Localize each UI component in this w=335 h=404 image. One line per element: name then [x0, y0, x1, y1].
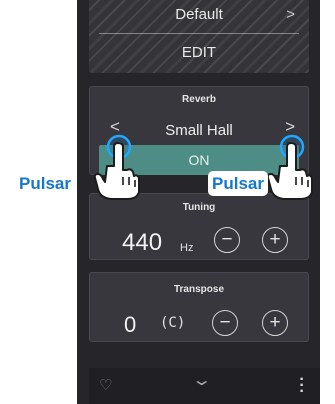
transpose-title: Transpose	[173, 284, 225, 295]
tap-instruction-left: Pulsar	[17, 173, 73, 194]
transpose-panel: Transpose 0 (C) − +	[89, 272, 309, 342]
tuning-unit: Hz	[180, 242, 194, 254]
chevron-down-icon[interactable]: ⌄	[191, 370, 212, 390]
tuning-panel: Tuning 440 Hz − +	[89, 193, 309, 260]
reverb-title: Reverb	[182, 94, 216, 105]
divider	[99, 33, 299, 34]
transpose-increase-button[interactable]: +	[262, 310, 288, 336]
transpose-note: (C)	[160, 315, 186, 331]
tuning-title: Tuning	[182, 202, 216, 213]
tap-instruction-right: Pulsar	[210, 173, 266, 194]
hand-pointer-icon	[266, 134, 313, 200]
transpose-decrease-button[interactable]: −	[212, 310, 238, 336]
edit-button[interactable]: EDIT	[89, 44, 309, 61]
tuning-decrease-button[interactable]: −	[214, 227, 240, 253]
sound-panel[interactable]: Default > EDIT	[89, 0, 309, 73]
hand-pointer-icon	[93, 134, 140, 200]
chevron-right-icon[interactable]: >	[286, 6, 295, 23]
menu-dots-icon[interactable]: · · ·	[297, 372, 307, 400]
tuning-increase-button[interactable]: +	[262, 227, 288, 253]
transpose-value: 0	[124, 312, 137, 337]
sound-name: Default	[175, 6, 223, 23]
tuning-value: 440	[122, 229, 163, 256]
heart-icon[interactable]: ♡	[99, 376, 112, 394]
